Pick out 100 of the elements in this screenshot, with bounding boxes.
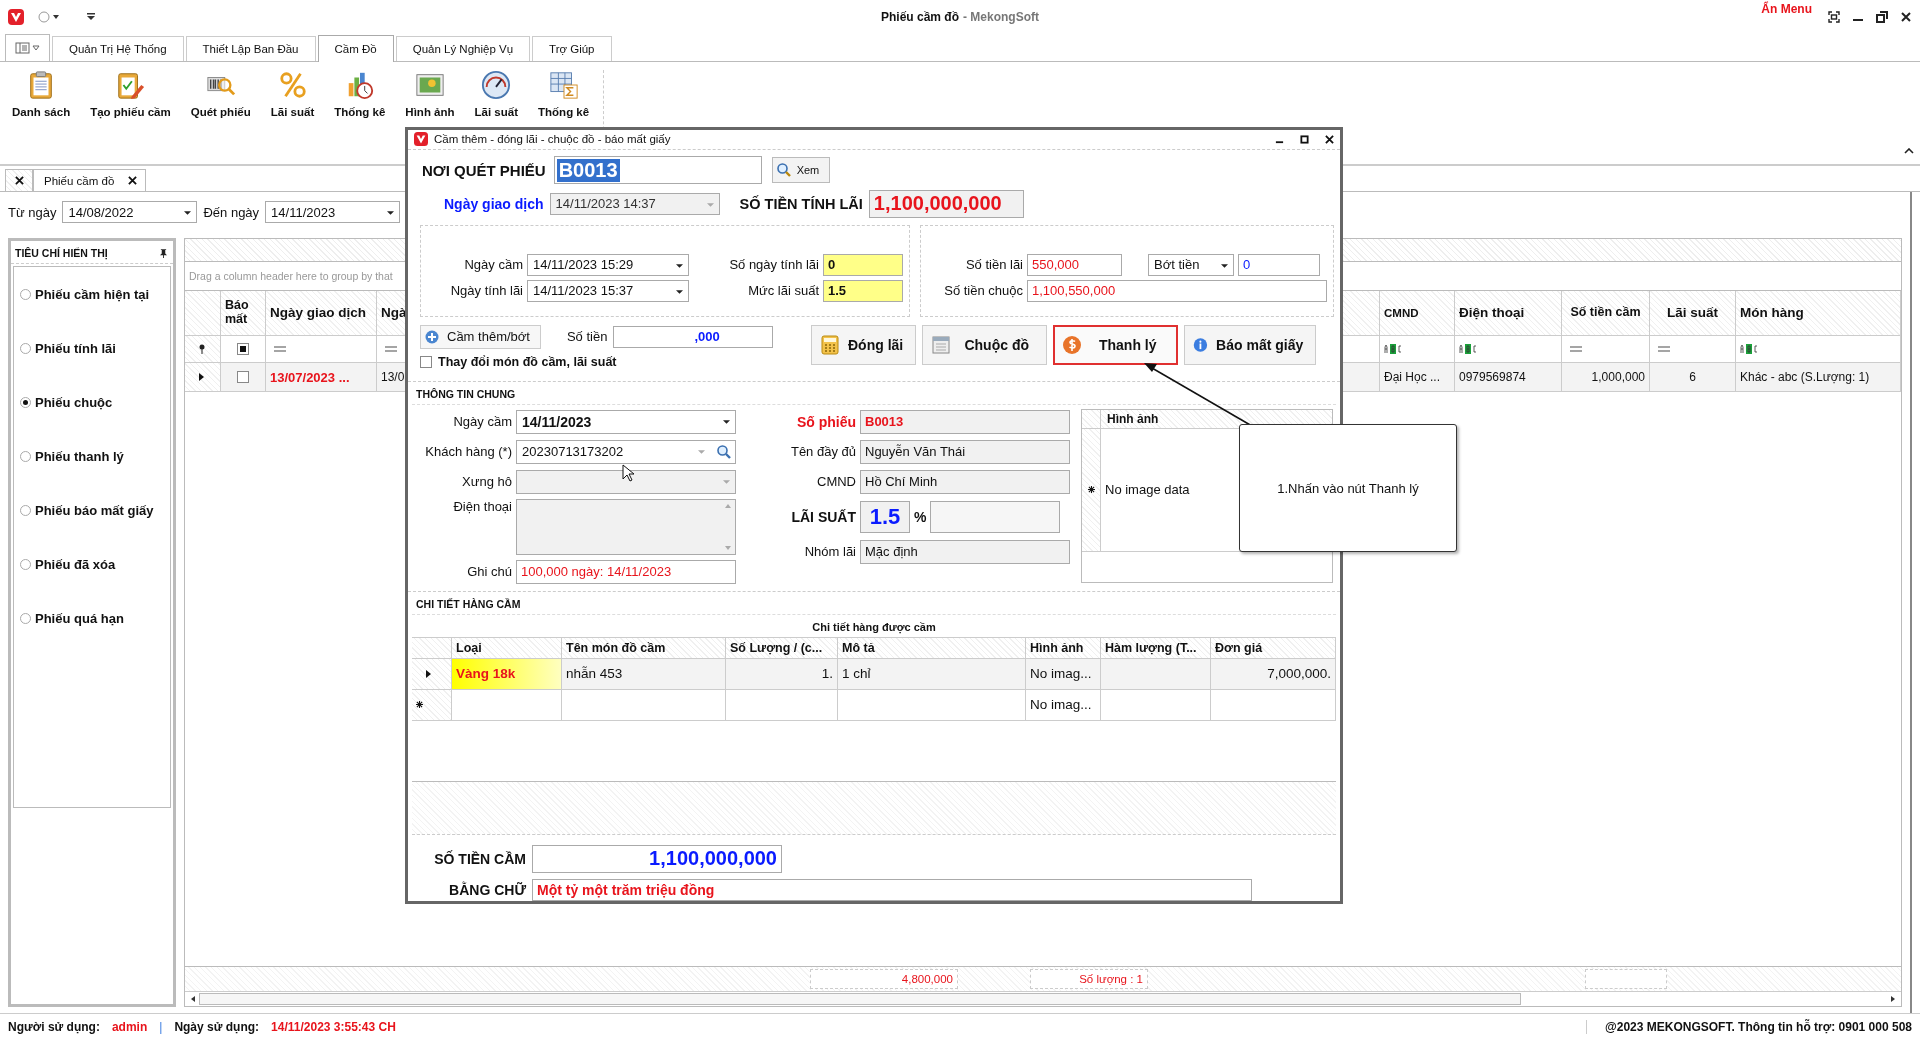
column-header[interactable]: Ngày giao dịch: [266, 291, 377, 336]
radio-option[interactable]: Phiếu cầm hiện tại: [14, 267, 170, 321]
restore-icon[interactable]: [1876, 11, 1888, 23]
column-header[interactable]: Món hàng: [1736, 291, 1901, 336]
column-header[interactable]: Đơn giá: [1211, 637, 1336, 659]
fullscreen-icon[interactable]: [1828, 11, 1840, 23]
scrollbar[interactable]: [185, 991, 1901, 1006]
filter-icon[interactable]: [199, 344, 205, 354]
close-icon[interactable]: [1900, 11, 1912, 23]
column-header[interactable]: Hình ảnh: [1026, 637, 1101, 659]
ribbon-tab[interactable]: Quản Lý Nghiệp Vụ: [395, 36, 531, 61]
note-field[interactable]: 100,000 ngày: 14/11/2023: [516, 560, 736, 584]
ribbon-button[interactable]: Quét phiếu: [182, 70, 259, 118]
caret-icon[interactable]: [86, 13, 96, 21]
user-name: admin: [111, 1020, 148, 1034]
ribbon-button[interactable]: Lãi suất: [466, 70, 527, 118]
caret-icon[interactable]: [387, 211, 395, 215]
column-header[interactable]: Tên món đồ cầm: [562, 637, 726, 659]
field-label: Ngày giao dịch: [444, 196, 544, 212]
column-header[interactable]: CMND: [1380, 291, 1455, 336]
column-header[interactable]: Loại: [452, 637, 562, 659]
scroll-left-icon[interactable]: [191, 996, 195, 1002]
action-button[interactable]: Thanh lý: [1053, 324, 1179, 365]
customer-field[interactable]: 20230713173202: [516, 440, 736, 464]
radio-option[interactable]: Phiếu quá hạn: [14, 591, 170, 645]
text-filter-icon[interactable]: [1384, 344, 1402, 354]
date-field[interactable]: 14/11/2023: [265, 201, 401, 223]
document-tab[interactable]: Phiếu cầm đồ: [33, 169, 147, 191]
column-header[interactable]: Mô tả: [838, 637, 1026, 659]
text-filter-icon[interactable]: [1740, 344, 1758, 354]
checkbox-option[interactable]: Thay đổi món đồ cầm, lãi suất: [420, 354, 805, 369]
radio-option[interactable]: Phiếu thanh lý: [14, 429, 170, 483]
radio-button[interactable]: [20, 396, 31, 408]
column-header[interactable]: Lãi suất: [1650, 291, 1736, 336]
input-field[interactable]: [930, 501, 1061, 533]
ribbon-button[interactable]: Lãi suất: [262, 70, 323, 118]
text-filter-icon[interactable]: [1459, 344, 1477, 354]
column-header[interactable]: Báo mất: [221, 291, 266, 336]
input-field[interactable]: 0: [823, 253, 903, 276]
caret-icon[interactable]: [676, 289, 683, 294]
table-cell: 13/07/2023 ...: [266, 363, 377, 392]
radio-button[interactable]: [20, 612, 31, 624]
action-button[interactable]: Báo mất giấy: [1184, 324, 1317, 365]
radio-option[interactable]: Phiếu báo mất giấy: [14, 483, 170, 537]
close-all-button[interactable]: [5, 169, 33, 191]
close-icon[interactable]: [128, 176, 138, 185]
checkbox[interactable]: [237, 371, 249, 383]
ribbon-tab[interactable]: Quản Trị Hệ Thống: [52, 36, 184, 61]
amount-input[interactable]: ,000: [613, 325, 774, 348]
pin-icon[interactable]: [160, 248, 167, 258]
checkbox-filter-icon[interactable]: [237, 343, 249, 355]
radio-button[interactable]: [20, 558, 31, 570]
radio-option[interactable]: Phiếu chuộc: [14, 375, 170, 429]
row-indicator-icon: [426, 670, 431, 678]
radio-button[interactable]: [20, 288, 31, 300]
ribbon-tab[interactable]: Cầm Đồ: [317, 35, 394, 62]
column-header[interactable]: Hàm lượng (T...: [1101, 637, 1211, 659]
radio-button[interactable]: [20, 342, 31, 354]
ticket-code-field[interactable]: B0013: [553, 156, 762, 185]
action-button[interactable]: Chuộc đồ: [922, 324, 1048, 365]
scroll-right-icon[interactable]: [1891, 996, 1895, 1002]
field-label: Khách hàng (*): [424, 444, 512, 460]
ribbon-tab[interactable]: Thiết Lập Ban Đầu: [185, 36, 316, 61]
collapse-icon[interactable]: [1904, 148, 1914, 154]
dropdown-field[interactable]: [516, 470, 736, 494]
hide-menu-link[interactable]: Ẩn Menu: [1761, 2, 1812, 16]
circle-icon[interactable]: [38, 11, 60, 23]
date-field[interactable]: 14/08/2022: [62, 201, 198, 223]
ribbon-button[interactable]: Hình ảnh: [397, 70, 463, 118]
discount-dropdown[interactable]: Bớt tiền: [1148, 253, 1234, 276]
column-header[interactable]: Số Lượng / (c...: [726, 637, 838, 659]
radio-button[interactable]: [20, 504, 31, 516]
date-field[interactable]: 14/11/2023 14:37: [549, 193, 720, 215]
input-field[interactable]: 1.5: [823, 279, 903, 302]
table-cell: 6: [1650, 363, 1736, 392]
view-button[interactable]: Xem: [771, 157, 831, 184]
radio-option[interactable]: Phiếu tính lãi: [14, 321, 170, 375]
search-icon[interactable]: [717, 445, 731, 459]
ribbon-button[interactable]: Thống kê: [326, 70, 394, 118]
column-header[interactable]: Số tiền cầm: [1562, 291, 1650, 336]
caret-icon[interactable]: [184, 211, 192, 215]
checkbox[interactable]: [420, 355, 432, 368]
date-field[interactable]: 14/11/2023 15:29: [527, 253, 689, 276]
date-field[interactable]: 14/11/2023 15:37: [527, 279, 689, 302]
ribbon-tab[interactable]: Trợ Giúp: [532, 36, 612, 61]
add-subtract-button[interactable]: Cầm thêm/bớt: [420, 324, 541, 349]
radio-option[interactable]: Phiếu đã xóa: [14, 537, 170, 591]
app-logo-icon[interactable]: [8, 9, 24, 25]
close-icon: [14, 176, 24, 185]
input-field[interactable]: 0: [1238, 253, 1320, 276]
column-header[interactable]: Điện thoại: [1455, 291, 1562, 336]
date-field[interactable]: 14/11/2023: [516, 410, 736, 434]
ribbon-button[interactable]: Danh sách: [4, 70, 79, 118]
close-icon[interactable]: [1325, 134, 1334, 144]
ribbon-button[interactable]: Thống kê: [530, 70, 598, 118]
radio-button[interactable]: [20, 450, 31, 462]
caret-icon[interactable]: [723, 420, 730, 424]
action-button[interactable]: Đóng lãi: [811, 324, 917, 365]
maximize-icon[interactable]: [1300, 134, 1309, 144]
ribbon-button[interactable]: Tạo phiếu cầm: [82, 70, 179, 118]
